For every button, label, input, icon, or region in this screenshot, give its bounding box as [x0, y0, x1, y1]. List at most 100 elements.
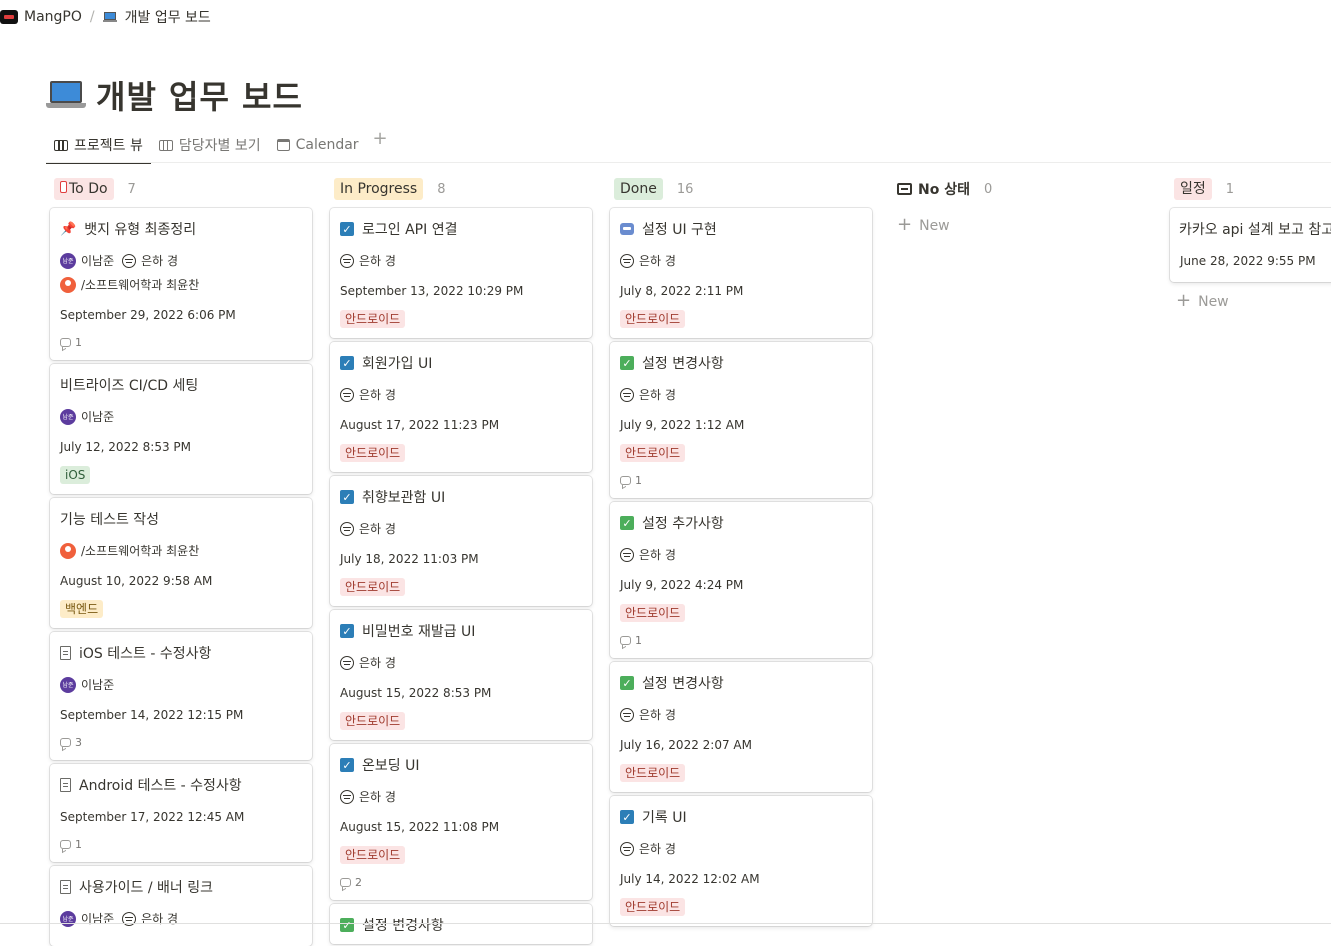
column-count: 1: [1225, 181, 1235, 197]
column-count: 8: [437, 181, 446, 197]
checkbox-icon: ✓: [620, 356, 634, 370]
tab-calendar[interactable]: Calendar: [269, 130, 367, 160]
comment-icon: [60, 840, 71, 849]
avatar: [620, 707, 634, 722]
checkbox-icon: ✓: [620, 676, 634, 690]
checkbox-icon: ✓: [340, 356, 354, 370]
board-card[interactable]: 카카오 api 설계 보고 참고 June 28, 2022 9:55 PM: [1170, 208, 1331, 282]
avatar: [620, 841, 634, 856]
platform-tag: 안드로이드: [340, 578, 406, 596]
checkbox-icon: ✓: [340, 918, 354, 932]
laptop-icon[interactable]: [46, 79, 86, 111]
board-card[interactable]: ✓ 설정 변경사항 은하 경 July 9, 2022 1:12 AM 안드로이드…: [610, 342, 872, 498]
card-title: 설정 변경사항: [642, 676, 724, 692]
comment-icon: [620, 476, 631, 485]
platform-tag: 안드로이드: [340, 310, 406, 328]
breadcrumb-page[interactable]: 개발 업무 보드: [125, 7, 211, 27]
board-card[interactable]: 비트라이즈 CI/CD 세팅 남준 이남준 July 12, 2022 8:53 …: [50, 364, 312, 494]
board-card[interactable]: Android 테스트 - 수정사항 September 17, 2022 12…: [50, 764, 312, 862]
card-date: August 17, 2022 11:23 PM: [340, 418, 500, 432]
tab-project-view[interactable]: 프로젝트 뷰: [46, 130, 151, 164]
column-count: 0: [983, 181, 993, 197]
document-icon: [60, 646, 71, 660]
board-card[interactable]: ✓ 설정 변경사항: [330, 904, 592, 944]
pushpin-icon: 📌: [60, 221, 77, 237]
checkbox-icon: ✓: [620, 516, 634, 530]
robot-icon: [620, 223, 634, 235]
board-card[interactable]: ✓ 로그인 API 연결 은하 경 September 13, 2022 10:2…: [330, 208, 592, 338]
status-pill: In Progress: [334, 178, 424, 200]
document-icon: [60, 778, 71, 792]
assignee: 은하 경: [639, 842, 676, 856]
checkbox-icon: ✓: [340, 624, 354, 638]
breadcrumb-separator: /: [89, 9, 95, 25]
card-title: iOS 테스트 - 수정사항: [79, 646, 212, 662]
board-card[interactable]: ✓ 비밀번호 재발급 UI 은하 경 August 15, 2022 8:53 P…: [330, 610, 592, 740]
card-title: 기록 UI: [642, 810, 687, 826]
board-card[interactable]: ✓ 취향보관함 UI 은하 경 July 18, 2022 11:03 PM 안드…: [330, 476, 592, 606]
card-title: 설정 변경사항: [642, 356, 724, 372]
page-title[interactable]: 개발 업무 보드: [96, 72, 303, 118]
comment-count: 2: [340, 876, 362, 889]
board-card[interactable]: 기능 테스트 작성 /소프트웨어학과 최윤찬 August 10, 2022 9…: [50, 498, 312, 628]
checkbox-icon: ✓: [340, 490, 354, 504]
checkbox-icon: ✓: [340, 222, 354, 236]
card-date: September 13, 2022 10:29 PM: [340, 284, 524, 298]
column-header[interactable]: No 상태 0: [897, 176, 1155, 202]
board-card[interactable]: ✓ 설정 추가사항 은하 경 July 9, 2022 4:24 PM 안드로이드…: [610, 502, 872, 658]
board-card[interactable]: iOS 테스트 - 수정사항 남준 이남준 September 14, 2022 …: [50, 632, 312, 760]
column-in-progress: In Progress 8 ✓ 로그인 API 연결 은하 경 September…: [330, 176, 592, 944]
status-pill: Done: [614, 178, 663, 200]
board-card[interactable]: ✓ 기록 UI 은하 경 July 14, 2022 12:02 AM 안드로이드: [610, 796, 872, 926]
card-date: July 9, 2022 1:12 AM: [620, 418, 745, 432]
avatar: 남준: [60, 252, 76, 269]
avatar: [620, 387, 634, 402]
tab-assignee-view[interactable]: 담당자별 보기: [151, 130, 269, 160]
divider: [46, 162, 1331, 163]
card-title: 설정 추가사항: [642, 516, 724, 532]
column-header[interactable]: In Progress 8: [334, 176, 592, 202]
card-title: 뱃지 유형 최종정리: [84, 222, 197, 238]
card-title: 로그인 API 연결: [362, 222, 458, 238]
checkbox-icon: ✓: [620, 810, 634, 824]
comment-icon: [620, 636, 631, 645]
board-card[interactable]: 사용가이드 / 배너 링크 남준 이남준 은하 경: [50, 866, 312, 946]
board-card[interactable]: ✓ 온보딩 UI 은하 경 August 15, 2022 11:08 PM 안드…: [330, 744, 592, 900]
comment-count: 1: [620, 474, 642, 487]
workspace-logo-icon: [0, 10, 18, 24]
breadcrumb-workspace[interactable]: MangPO: [24, 9, 82, 25]
platform-tag: 안드로이드: [620, 444, 686, 462]
platform-tag: 안드로이드: [620, 604, 686, 622]
card-title: 사용가이드 / 배너 링크: [79, 880, 213, 896]
new-card-button[interactable]: + New: [897, 214, 950, 235]
platform-tag: 안드로이드: [340, 846, 406, 864]
tab-label: 프로젝트 뷰: [74, 138, 143, 154]
assignee: 은하 경: [359, 790, 396, 804]
card-title: 온보딩 UI: [362, 758, 420, 774]
document-icon: [60, 880, 71, 894]
new-card-button[interactable]: + New: [1176, 290, 1229, 311]
avatar: [340, 253, 354, 268]
comment-count: 1: [60, 336, 82, 349]
top-bar: MangPO / 개발 업무 보드: [0, 0, 1331, 34]
calendar-icon: [276, 139, 290, 151]
assignee: 은하 경: [359, 388, 396, 402]
assignee: 은하 경: [639, 548, 676, 562]
card-title: 회원가입 UI: [362, 356, 433, 372]
add-view-button[interactable]: +: [367, 128, 394, 149]
column-header[interactable]: Done 16: [614, 176, 872, 202]
laptop-icon: [102, 12, 117, 22]
card-title: 설정 변경사항: [362, 918, 444, 934]
board-card[interactable]: ✓ 설정 변경사항 은하 경 July 16, 2022 2:07 AM 안드로이…: [610, 662, 872, 792]
column-header[interactable]: 일정 1: [1174, 176, 1331, 202]
column-header[interactable]: To Do 7: [54, 176, 312, 202]
assignee: 은하 경: [141, 254, 179, 268]
board-card[interactable]: ✓ 회원가입 UI 은하 경 August 17, 2022 11:23 PM 안…: [330, 342, 592, 472]
board-card[interactable]: 📌 뱃지 유형 최종정리 남준 이남준 은하 경 /소프트웨어학과 최윤찬 Sept…: [50, 208, 312, 360]
board-card[interactable]: 설정 UI 구현 은하 경 July 8, 2022 2:11 PM 안드로이드: [610, 208, 872, 338]
column-schedule: 일정 1 카카오 api 설계 보고 참고 June 28, 2022 9:55…: [1170, 176, 1331, 311]
view-tabs: 프로젝트 뷰 담당자별 보기 Calendar +: [46, 128, 394, 164]
platform-tag: 백엔드: [60, 600, 104, 618]
card-date: September 17, 2022 12:45 AM: [60, 810, 245, 824]
card-title: 비트라이즈 CI/CD 세팅: [60, 378, 199, 394]
